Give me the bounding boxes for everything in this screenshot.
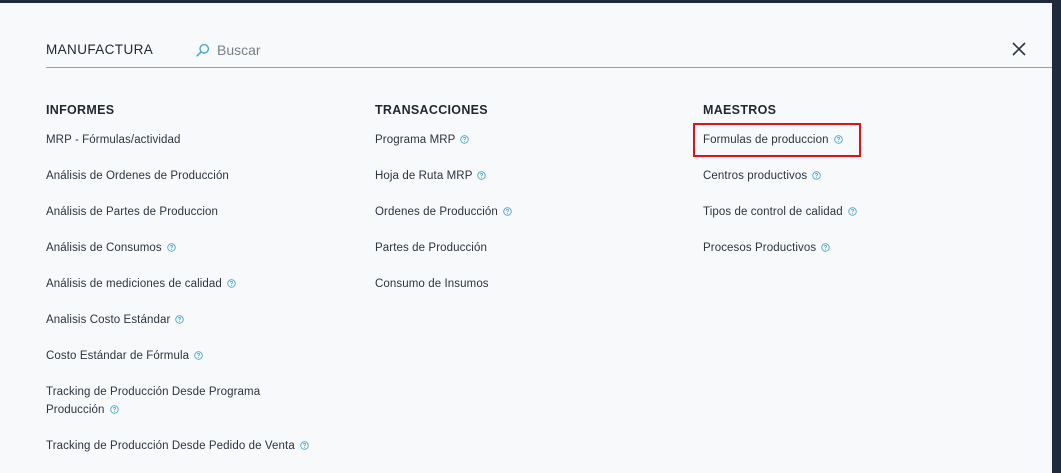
- menu-panel: MANUFACTURA INFORMES MRP - Fórmulas/acti…: [0, 3, 1052, 473]
- column-informes: INFORMES MRP - Fórmulas/actividad Anális…: [46, 103, 326, 473]
- menu-item-analisis-partes-produccion[interactable]: Análisis de Partes de Produccion: [46, 203, 326, 221]
- help-circle-icon[interactable]: [812, 168, 821, 180]
- help-circle-icon[interactable]: [503, 204, 512, 216]
- column-title-transacciones: TRANSACCIONES: [375, 103, 488, 117]
- menu-item-analisis-consumos[interactable]: Análisis de Consumos: [46, 239, 326, 257]
- help-circle-icon[interactable]: [109, 402, 119, 414]
- help-circle-icon[interactable]: [833, 132, 843, 144]
- menu-item-formulas-produccion[interactable]: Formulas de produccion: [703, 131, 983, 149]
- menu-item-consumo-insumos[interactable]: Consumo de Insumos: [375, 275, 655, 293]
- module-title: MANUFACTURA: [46, 42, 154, 57]
- menu-item-partes-produccion[interactable]: Partes de Producción: [375, 239, 655, 257]
- menu-item-tracking-pedido-venta[interactable]: Tracking de Producción Desde Pedido de V…: [46, 437, 326, 455]
- help-circle-icon[interactable]: [167, 240, 176, 252]
- menu-item-costo-estandar-formula[interactable]: Costo Estándar de Fórmula: [46, 347, 326, 365]
- menu-item-mrp-formulas-actividad[interactable]: MRP - Fórmulas/actividad: [46, 131, 326, 149]
- menu-header: MANUFACTURA: [46, 37, 1052, 68]
- column-transacciones: TRANSACCIONES Programa MRP Hoja de Ruta …: [375, 103, 655, 311]
- menu-item-hoja-ruta-mrp[interactable]: Hoja de Ruta MRP: [375, 167, 655, 185]
- help-circle-icon[interactable]: [477, 168, 487, 180]
- menu-item-programa-mrp[interactable]: Programa MRP: [375, 131, 655, 149]
- help-circle-icon[interactable]: [300, 438, 309, 450]
- scrollbar[interactable]: [1052, 80, 1061, 473]
- menu-item-ordenes-produccion[interactable]: Ordenes de Producción: [375, 203, 655, 221]
- help-circle-icon[interactable]: [194, 348, 203, 360]
- menu-item-analisis-ordenes-produccion[interactable]: Análisis de Ordenes de Producción: [46, 167, 326, 185]
- help-circle-icon[interactable]: [847, 204, 857, 216]
- menu-item-centros-productivos[interactable]: Centros productivos: [703, 167, 983, 185]
- menu-item-tracking-programa-produccion[interactable]: Tracking de Producción Desde Programa Pr…: [46, 383, 296, 419]
- menu-item-procesos-productivos[interactable]: Procesos Productivos: [703, 239, 983, 257]
- menu-item-analisis-costo-estandar[interactable]: Analisis Costo Estándar: [46, 311, 326, 329]
- close-icon[interactable]: [1010, 40, 1028, 58]
- search-input[interactable]: [217, 42, 467, 58]
- column-title-maestros: MAESTROS: [703, 103, 777, 117]
- search-bar[interactable]: [196, 40, 496, 60]
- column-title-informes: INFORMES: [46, 103, 115, 117]
- help-circle-icon[interactable]: [175, 312, 185, 324]
- menu-item-tipos-control-calidad[interactable]: Tipos de control de calidad: [703, 203, 983, 221]
- help-circle-icon[interactable]: [227, 276, 236, 288]
- help-circle-icon[interactable]: [821, 240, 830, 252]
- menu-item-analisis-mediciones-calidad[interactable]: Análisis de mediciones de calidad: [46, 275, 326, 293]
- help-circle-icon[interactable]: [460, 132, 470, 144]
- search-icon: [196, 43, 210, 57]
- column-maestros: MAESTROS Formulas de produccion Centros …: [703, 103, 983, 275]
